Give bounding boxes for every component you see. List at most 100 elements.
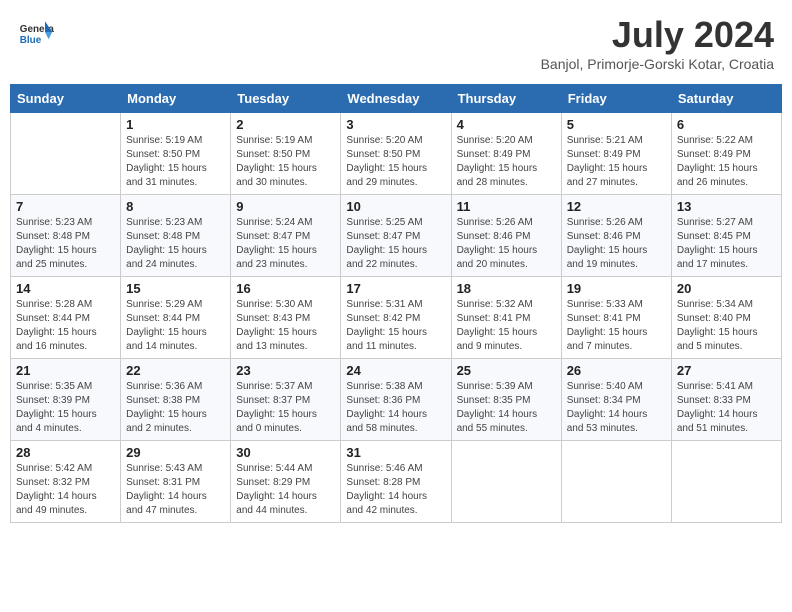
month-year-title: July 2024 [541,14,774,56]
calendar-cell: 29 Sunrise: 5:43 AM Sunset: 8:31 PM Dayli… [121,441,231,523]
day-info: Sunrise: 5:44 AM Sunset: 8:29 PM Dayligh… [236,462,335,518]
calendar-cell: 15 Sunrise: 5:29 AM Sunset: 8:44 PM Dayli… [121,277,231,359]
calendar-cell: 26 Sunrise: 5:40 AM Sunset: 8:34 PM Dayli… [561,359,671,441]
svg-text:Blue: Blue [20,35,42,46]
day-number: 2 [236,117,335,132]
day-number: 16 [236,281,335,296]
day-number: 24 [346,363,445,378]
location-subtitle: Banjol, Primorje-Gorski Kotar, Croatia [541,56,774,72]
calendar-cell: 6 Sunrise: 5:22 AM Sunset: 8:49 PM Daylig… [671,113,781,195]
logo-icon: General Blue [18,14,54,50]
calendar-cell: 21 Sunrise: 5:35 AM Sunset: 8:39 PM Dayli… [11,359,121,441]
day-info: Sunrise: 5:27 AM Sunset: 8:45 PM Dayligh… [677,216,776,272]
calendar-week-row: 1 Sunrise: 5:19 AM Sunset: 8:50 PM Daylig… [11,113,782,195]
day-number: 6 [677,117,776,132]
calendar-cell: 23 Sunrise: 5:37 AM Sunset: 8:37 PM Dayli… [231,359,341,441]
day-number: 26 [567,363,666,378]
day-info: Sunrise: 5:20 AM Sunset: 8:49 PM Dayligh… [457,134,556,190]
day-of-week-header: Sunday [11,85,121,113]
calendar-cell: 22 Sunrise: 5:36 AM Sunset: 8:38 PM Dayli… [121,359,231,441]
day-number: 27 [677,363,776,378]
day-info: Sunrise: 5:19 AM Sunset: 8:50 PM Dayligh… [236,134,335,190]
day-info: Sunrise: 5:46 AM Sunset: 8:28 PM Dayligh… [346,462,445,518]
day-of-week-header: Monday [121,85,231,113]
day-number: 15 [126,281,225,296]
calendar-cell [451,441,561,523]
calendar-week-row: 7 Sunrise: 5:23 AM Sunset: 8:48 PM Daylig… [11,195,782,277]
day-number: 28 [16,445,115,460]
day-number: 4 [457,117,556,132]
calendar-cell: 25Sunrise: 5:39 AM Sunset: 8:35 PM Dayli… [451,359,561,441]
calendar-cell: 19Sunrise: 5:33 AM Sunset: 8:41 PM Dayli… [561,277,671,359]
day-info: Sunrise: 5:35 AM Sunset: 8:39 PM Dayligh… [16,380,115,436]
day-number: 14 [16,281,115,296]
calendar-cell: 13 Sunrise: 5:27 AM Sunset: 8:45 PM Dayli… [671,195,781,277]
day-number: 21 [16,363,115,378]
calendar-week-row: 28 Sunrise: 5:42 AM Sunset: 8:32 PM Dayli… [11,441,782,523]
calendar-cell: 10Sunrise: 5:25 AM Sunset: 8:47 PM Dayli… [341,195,451,277]
calendar-cell: 7 Sunrise: 5:23 AM Sunset: 8:48 PM Daylig… [11,195,121,277]
day-info: Sunrise: 5:30 AM Sunset: 8:43 PM Dayligh… [236,298,335,354]
day-number: 5 [567,117,666,132]
day-info: Sunrise: 5:21 AM Sunset: 8:49 PM Dayligh… [567,134,666,190]
day-info: Sunrise: 5:41 AM Sunset: 8:33 PM Dayligh… [677,380,776,436]
day-of-week-header: Wednesday [341,85,451,113]
day-of-week-header: Thursday [451,85,561,113]
calendar-cell: 1Sunrise: 5:19 AM Sunset: 8:50 PM Daylig… [121,113,231,195]
calendar-week-row: 21 Sunrise: 5:35 AM Sunset: 8:39 PM Dayli… [11,359,782,441]
days-of-week-row: SundayMondayTuesdayWednesdayThursdayFrid… [11,85,782,113]
day-of-week-header: Saturday [671,85,781,113]
calendar-cell: 30Sunrise: 5:44 AM Sunset: 8:29 PM Dayli… [231,441,341,523]
day-info: Sunrise: 5:34 AM Sunset: 8:40 PM Dayligh… [677,298,776,354]
calendar-cell: 14 Sunrise: 5:28 AM Sunset: 8:44 PM Dayli… [11,277,121,359]
day-info: Sunrise: 5:36 AM Sunset: 8:38 PM Dayligh… [126,380,225,436]
day-info: Sunrise: 5:40 AM Sunset: 8:34 PM Dayligh… [567,380,666,436]
calendar-cell: 5 Sunrise: 5:21 AM Sunset: 8:49 PM Daylig… [561,113,671,195]
day-of-week-header: Tuesday [231,85,341,113]
day-info: Sunrise: 5:23 AM Sunset: 8:48 PM Dayligh… [16,216,115,272]
day-number: 29 [126,445,225,460]
day-info: Sunrise: 5:37 AM Sunset: 8:37 PM Dayligh… [236,380,335,436]
day-info: Sunrise: 5:26 AM Sunset: 8:46 PM Dayligh… [457,216,556,272]
calendar-cell: 31 Sunrise: 5:46 AM Sunset: 8:28 PM Dayli… [341,441,451,523]
day-of-week-header: Friday [561,85,671,113]
day-info: Sunrise: 5:23 AM Sunset: 8:48 PM Dayligh… [126,216,225,272]
day-number: 23 [236,363,335,378]
day-info: Sunrise: 5:29 AM Sunset: 8:44 PM Dayligh… [126,298,225,354]
calendar-cell: 9Sunrise: 5:24 AM Sunset: 8:47 PM Daylig… [231,195,341,277]
calendar-cell: 27 Sunrise: 5:41 AM Sunset: 8:33 PM Dayli… [671,359,781,441]
day-number: 22 [126,363,225,378]
calendar-cell: 20 Sunrise: 5:34 AM Sunset: 8:40 PM Dayli… [671,277,781,359]
day-number: 20 [677,281,776,296]
calendar-cell: 24Sunrise: 5:38 AM Sunset: 8:36 PM Dayli… [341,359,451,441]
day-number: 18 [457,281,556,296]
day-number: 9 [236,199,335,214]
day-number: 7 [16,199,115,214]
day-number: 25 [457,363,556,378]
day-number: 11 [457,199,556,214]
calendar-cell: 18Sunrise: 5:32 AM Sunset: 8:41 PM Dayli… [451,277,561,359]
calendar-table: SundayMondayTuesdayWednesdayThursdayFrid… [10,84,782,523]
day-info: Sunrise: 5:28 AM Sunset: 8:44 PM Dayligh… [16,298,115,354]
calendar-cell: 12Sunrise: 5:26 AM Sunset: 8:46 PM Dayli… [561,195,671,277]
day-info: Sunrise: 5:42 AM Sunset: 8:32 PM Dayligh… [16,462,115,518]
day-number: 1 [126,117,225,132]
calendar-cell: 16 Sunrise: 5:30 AM Sunset: 8:43 PM Dayli… [231,277,341,359]
calendar-cell: 11 Sunrise: 5:26 AM Sunset: 8:46 PM Dayli… [451,195,561,277]
calendar-cell: 2 Sunrise: 5:19 AM Sunset: 8:50 PM Daylig… [231,113,341,195]
day-info: Sunrise: 5:43 AM Sunset: 8:31 PM Dayligh… [126,462,225,518]
logo: General Blue [18,14,56,50]
calendar-cell [11,113,121,195]
day-info: Sunrise: 5:26 AM Sunset: 8:46 PM Dayligh… [567,216,666,272]
day-info: Sunrise: 5:22 AM Sunset: 8:49 PM Dayligh… [677,134,776,190]
day-number: 17 [346,281,445,296]
calendar-cell: 17Sunrise: 5:31 AM Sunset: 8:42 PM Dayli… [341,277,451,359]
day-info: Sunrise: 5:25 AM Sunset: 8:47 PM Dayligh… [346,216,445,272]
calendar-cell [561,441,671,523]
day-number: 31 [346,445,445,460]
day-number: 3 [346,117,445,132]
page-header: General Blue July 2024 Banjol, Primorje-… [10,10,782,76]
calendar-week-row: 14 Sunrise: 5:28 AM Sunset: 8:44 PM Dayli… [11,277,782,359]
day-info: Sunrise: 5:33 AM Sunset: 8:41 PM Dayligh… [567,298,666,354]
day-number: 13 [677,199,776,214]
